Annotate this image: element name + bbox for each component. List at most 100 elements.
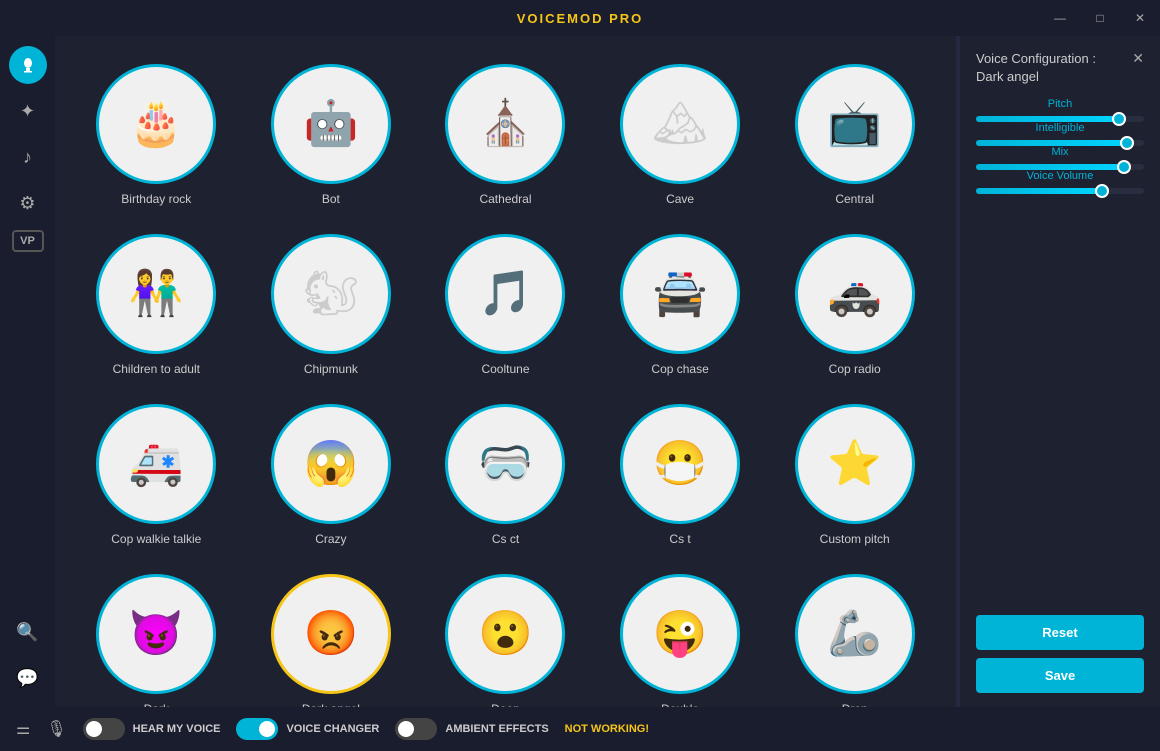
voice-label-central: Central: [835, 192, 874, 206]
save-button[interactable]: Save: [976, 658, 1144, 693]
bottom-bar: ⚌ 🎙 HEAR MY VOICE VOICE CHANGER AMBIENT …: [0, 707, 1160, 751]
voice-grid: 🎂Birthday rock 🤖 Bot ⛪ Cathedral 🏔 Cave 📺 Centra…: [75, 56, 936, 707]
voice-emoji-birthday-rock: 🎂: [129, 102, 184, 146]
voice-label-cs-ct: Cs ct: [492, 532, 519, 546]
voice-emoji-custom-pitch: ⭐: [827, 442, 882, 486]
voice-circle-cs-ct: 🥽: [445, 404, 565, 524]
voice-emoji-central: 📺: [827, 102, 882, 146]
hear-my-voice-toggle[interactable]: [83, 718, 125, 740]
slider-thumb-mix[interactable]: [1117, 160, 1131, 174]
voice-label-bot: Bot: [322, 192, 340, 206]
voice-label-custom-pitch: Custom pitch: [820, 532, 890, 546]
voice-changer-toggle[interactable]: [236, 718, 278, 740]
content-area: 🎂Birthday rock 🤖 Bot ⛪ Cathedral 🏔 Cave 📺 Centra…: [55, 36, 1160, 707]
voice-emoji-bot: 🤖: [303, 102, 358, 146]
voice-circle-cop-radio: 🚓: [795, 234, 915, 354]
voice-label-children-to-adult: Children to adult: [113, 362, 200, 376]
voice-item-cop-radio[interactable]: 🚓Cop radio: [773, 226, 936, 384]
sidebar-vp[interactable]: VP: [12, 230, 44, 252]
voice-circle-crazy: 😱: [271, 404, 391, 524]
voice-circle-cathedral: ⛪: [445, 64, 565, 184]
voice-item-cop-chase[interactable]: 🚔Cop chase: [599, 226, 762, 384]
ambient-effects-toggle[interactable]: [395, 718, 437, 740]
voice-circle-bot: 🤖: [271, 64, 391, 184]
voice-label-cooltune: Cooltune: [481, 362, 529, 376]
slider-track-intelligible[interactable]: [976, 140, 1144, 146]
voice-emoji-dark-angel: 😡: [303, 612, 358, 656]
maximize-button[interactable]: □: [1080, 0, 1120, 36]
voice-circle-chipmunk: 🐿: [271, 234, 391, 354]
slider-track-pitch[interactable]: [976, 116, 1144, 122]
voice-circle-dark-angel: 😡: [271, 574, 391, 694]
voice-item-cathedral[interactable]: ⛪ Cathedral: [424, 56, 587, 214]
config-buttons: Reset Save: [976, 615, 1144, 693]
slider-track-voice-volume[interactable]: [976, 188, 1144, 194]
slider-fill-intelligible: [976, 140, 1127, 146]
reset-button[interactable]: Reset: [976, 615, 1144, 650]
voice-circle-birthday-rock: 🎂: [96, 64, 216, 184]
voice-item-dron[interactable]: 🦾Dron: [773, 566, 936, 707]
voice-label-cave: Cave: [666, 192, 694, 206]
sidebar-effects[interactable]: ✦: [9, 92, 47, 130]
close-button[interactable]: ✕: [1120, 0, 1160, 36]
voice-emoji-double: 😜: [653, 612, 708, 656]
sidebar-settings[interactable]: ⚙: [9, 184, 47, 222]
voice-label-chipmunk: Chipmunk: [304, 362, 358, 376]
config-close-button[interactable]: ✕: [1132, 50, 1144, 67]
voice-label-cop-walkie-talkie: Cop walkie talkie: [111, 532, 201, 546]
voice-item-children-to-adult[interactable]: 👫Children to adult: [75, 226, 238, 384]
sidebar-search[interactable]: 🔍: [9, 613, 47, 651]
slider-group-mix: Mix: [976, 146, 1144, 170]
config-label: Voice Configuration : Dark angel: [976, 50, 1096, 86]
voice-item-deep[interactable]: 😮Deep: [424, 566, 587, 707]
equalizer-icon[interactable]: ⚌: [16, 719, 30, 739]
voice-item-chipmunk[interactable]: 🐿 Chipmunk: [250, 226, 413, 384]
voice-circle-cop-chase: 🚔: [620, 234, 740, 354]
voice-item-cooltune[interactable]: 🎵Cooltune: [424, 226, 587, 384]
hear-my-voice-label: HEAR MY VOICE: [133, 723, 221, 735]
voice-item-crazy[interactable]: 😱Crazy: [250, 396, 413, 554]
voice-item-dark[interactable]: 😈Dark: [75, 566, 238, 707]
voice-emoji-crazy: 😱: [303, 442, 358, 486]
voice-item-dark-angel[interactable]: 😡Dark angel: [250, 566, 413, 707]
mic-mute-icon[interactable]: 🎙: [46, 719, 66, 739]
not-working-label: NOT WORKING!: [565, 723, 649, 735]
voice-item-cs-t[interactable]: 😷Cs t: [599, 396, 762, 554]
minimize-button[interactable]: —: [1040, 0, 1080, 36]
voice-item-bot[interactable]: 🤖 Bot: [250, 56, 413, 214]
ambient-effects-label: AMBIENT EFFECTS: [445, 723, 548, 735]
voice-item-double[interactable]: 😜Double: [599, 566, 762, 707]
sidebar-chat[interactable]: 💬: [9, 659, 47, 697]
slider-group-voice-volume: Voice Volume: [976, 170, 1144, 194]
voice-item-cs-ct[interactable]: 🥽 Cs ct: [424, 396, 587, 554]
voice-item-cop-walkie-talkie[interactable]: 🚑Cop walkie talkie: [75, 396, 238, 554]
voice-circle-custom-pitch: ⭐: [795, 404, 915, 524]
sidebar-logo[interactable]: [9, 46, 47, 84]
slider-thumb-voice-volume[interactable]: [1095, 184, 1109, 198]
slider-thumb-intelligible[interactable]: [1120, 136, 1134, 150]
slider-label-mix: Mix: [976, 146, 1144, 158]
hear-my-voice-group: HEAR MY VOICE: [83, 718, 221, 740]
slider-fill-voice-volume: [976, 188, 1102, 194]
voice-changer-group: VOICE CHANGER: [236, 718, 379, 740]
config-header: Voice Configuration : Dark angel ✕: [976, 50, 1144, 86]
app-title: VOICEMOD PRO: [517, 11, 644, 26]
voice-changer-label: VOICE CHANGER: [286, 723, 379, 735]
voice-emoji-dark: 😈: [129, 612, 184, 656]
slider-thumb-pitch[interactable]: [1112, 112, 1126, 126]
voice-item-birthday-rock[interactable]: 🎂Birthday rock: [75, 56, 238, 214]
voice-emoji-cave: 🏔: [652, 102, 708, 146]
slider-track-mix[interactable]: [976, 164, 1144, 170]
ambient-effects-group: AMBIENT EFFECTS: [395, 718, 548, 740]
voice-item-custom-pitch[interactable]: ⭐ Custom pitch: [773, 396, 936, 554]
voice-emoji-cop-radio: 🚓: [827, 272, 882, 316]
voice-item-cave[interactable]: 🏔 Cave: [599, 56, 762, 214]
config-panel: Voice Configuration : Dark angel ✕ Pitch…: [960, 36, 1160, 707]
slider-label-pitch: Pitch: [976, 98, 1144, 110]
voice-label-cathedral: Cathedral: [479, 192, 531, 206]
voice-item-central[interactable]: 📺 Central: [773, 56, 936, 214]
slider-group-pitch: Pitch: [976, 98, 1144, 122]
title-bar: VOICEMOD PRO — □ ✕: [0, 0, 1160, 36]
voice-emoji-chipmunk: 🐿: [303, 272, 359, 316]
sidebar-music[interactable]: ♪: [9, 138, 47, 176]
